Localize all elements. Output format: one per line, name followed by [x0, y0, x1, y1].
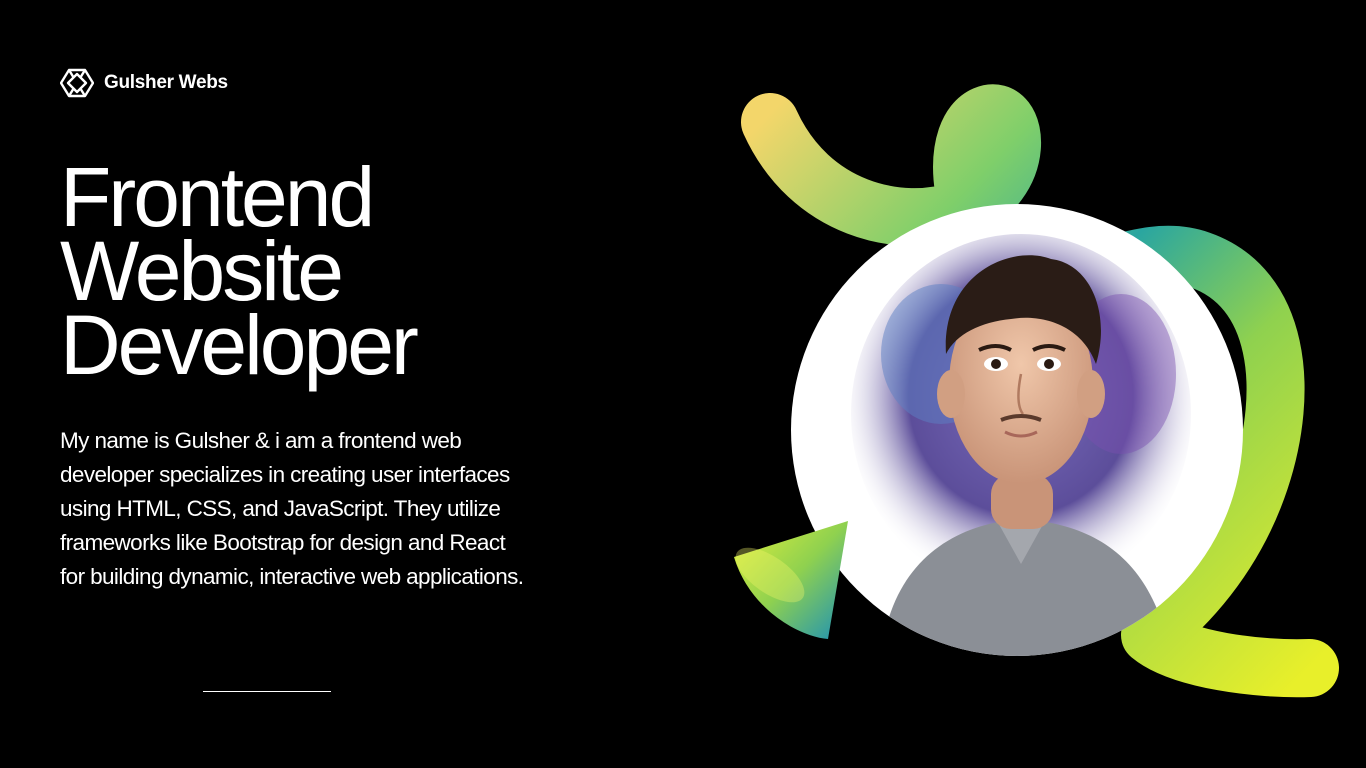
hero-title: Frontend Website Developer [60, 150, 419, 392]
divider-line [203, 691, 331, 692]
hero-title-line: Frontend [60, 150, 375, 244]
brand[interactable]: Gulsher Webs [60, 68, 228, 98]
bio-paragraph: My name is Gulsher & i am a frontend web… [60, 428, 524, 589]
portrait-avatar [791, 204, 1243, 656]
portfolio-hero: Gulsher Webs Frontend Website Developer … [0, 0, 1366, 768]
hero-title-line: Developer [60, 298, 419, 392]
gradient-cone-shape [734, 521, 848, 639]
portrait-illustration [851, 234, 1191, 656]
hero-title-line: Website [60, 224, 344, 318]
brand-name: Gulsher Webs [104, 72, 228, 93]
diamond-logo-icon [60, 68, 94, 98]
